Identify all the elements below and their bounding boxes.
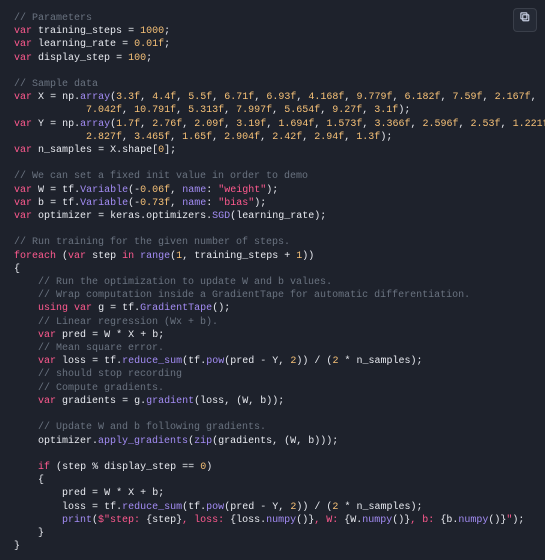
- code-panel: { "code": { "comments": { "params": "// …: [0, 0, 545, 560]
- copy-button[interactable]: [513, 8, 537, 32]
- comment: // Parameters: [14, 13, 92, 24]
- keyword-var: var: [14, 26, 32, 37]
- code-block: // Parameters var training_steps = 1000;…: [0, 0, 545, 560]
- copy-icon: [519, 11, 531, 28]
